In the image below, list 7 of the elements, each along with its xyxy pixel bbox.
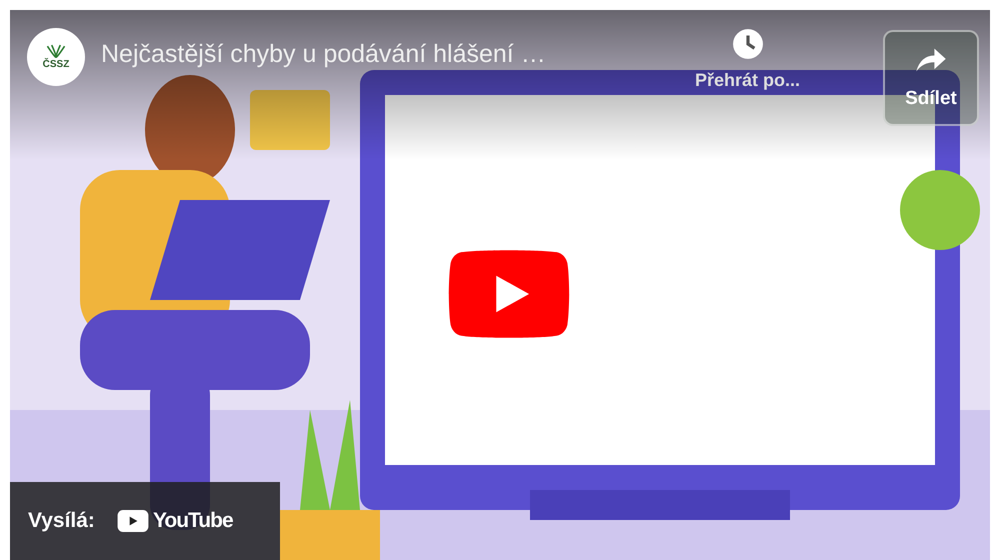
channel-logo-text: ČSSZ (42, 59, 70, 70)
youtube-link[interactable]: YouTube (116, 509, 233, 533)
play-icon (116, 510, 149, 532)
watch-on-label: Vysílá: (28, 509, 95, 533)
watch-later-button[interactable]: Přehrát po... (695, 28, 800, 91)
clock-icon (732, 28, 764, 60)
play-button[interactable] (447, 250, 571, 338)
